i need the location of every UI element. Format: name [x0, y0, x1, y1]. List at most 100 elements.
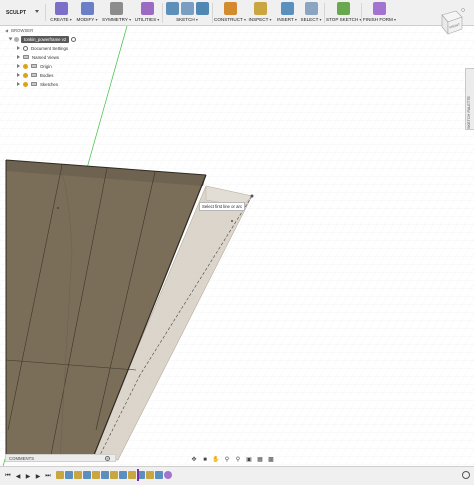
toolbar-stop-sketch-label: STOP SKETCH [326, 17, 360, 22]
workspace-switcher[interactable]: SCULPT [2, 4, 46, 21]
expand-arrow-icon[interactable] [17, 64, 20, 68]
collapse-icon[interactable]: ◀ [5, 28, 8, 33]
timeline-feature[interactable] [56, 471, 64, 479]
folder-icon [31, 81, 37, 87]
gear-icon [23, 45, 28, 51]
sketch-palette-label: SKETCH PALETTE [467, 95, 471, 129]
expand-arrow-icon[interactable] [17, 55, 20, 59]
browser-item-document-settings[interactable]: Document Settings [17, 44, 68, 52]
folder-icon [23, 54, 29, 60]
fit-icon[interactable]: ⚲ [234, 456, 242, 464]
sketch-point-mid[interactable] [231, 220, 233, 222]
go-to-end-icon[interactable]: ⏭ [44, 472, 52, 480]
expand-arrow-icon[interactable] [17, 73, 20, 77]
timeline-feature[interactable] [65, 471, 73, 479]
browser-item-label: Bodies [40, 72, 54, 78]
stop-sketch-icon [336, 2, 350, 15]
toolbar-select[interactable]: SELECT [300, 1, 322, 25]
go-to-start-icon[interactable]: ⏮ [4, 472, 12, 480]
grid-settings-icon[interactable]: ▦ [256, 456, 264, 464]
home-view-icon[interactable] [461, 8, 465, 12]
finish-form-icon [372, 2, 386, 15]
toolbar-separator [212, 3, 213, 23]
comments-bar[interactable]: COMMENTS + [5, 454, 116, 462]
display-settings-icon[interactable]: ▣ [245, 456, 253, 464]
inspect-measure-icon [253, 2, 267, 15]
toolbar-insert[interactable]: INSERT [276, 1, 298, 25]
browser-item-sketches[interactable]: Sketches [17, 80, 58, 88]
timeline-playback: ⏮ ◀ ▶ ▶ ⏭ [4, 471, 52, 481]
browser-item-label: Origin [40, 63, 52, 69]
toolbar-separator [324, 3, 325, 23]
record-icon[interactable] [71, 36, 77, 42]
browser-document-row[interactable]: tonkin_powerframe v2 [8, 35, 77, 43]
timeline-feature[interactable] [74, 471, 82, 479]
timeline-features [56, 470, 172, 480]
timeline-feature[interactable] [119, 471, 127, 479]
viewports-icon[interactable]: ▩ [267, 456, 275, 464]
expand-arrow-icon[interactable] [17, 82, 20, 86]
insert-image-icon [280, 2, 294, 15]
chevron-down-icon [35, 10, 39, 13]
timeline: ⏮ ◀ ▶ ▶ ⏭ [0, 466, 474, 485]
toolbar-finish-form-label: FINISH FORM [363, 17, 395, 22]
add-comment-icon[interactable]: + [105, 455, 110, 461]
timeline-feature-form[interactable] [164, 471, 172, 479]
toolbar-utilities[interactable]: UTILITIES [134, 1, 160, 25]
expand-arrow-icon[interactable] [8, 37, 13, 41]
visibility-bulb-icon[interactable] [23, 63, 28, 69]
browser-item-named-views[interactable]: Named Views [17, 53, 59, 61]
toolbar-symmetry[interactable]: SYMMETRY [102, 1, 130, 25]
zoom-icon[interactable]: ⚲ [223, 456, 231, 464]
sketch-rect-icon [195, 2, 209, 15]
select-arrow-icon [304, 2, 318, 15]
cursor-tooltip: Select first line or arc [199, 202, 246, 211]
toolbar-modify[interactable]: MODIFY [76, 1, 98, 25]
timeline-feature[interactable] [155, 471, 163, 479]
timeline-settings-icon[interactable] [462, 471, 470, 479]
step-forward-icon[interactable]: ▶ [34, 472, 42, 480]
sketch-line-icon [165, 2, 179, 15]
toolbar-create[interactable]: CREATE [50, 1, 72, 25]
browser-item-bodies[interactable]: Bodies [17, 71, 53, 79]
orbit-icon[interactable]: ✥ [190, 456, 198, 464]
browser-header[interactable]: ◀ BROWSER [3, 27, 98, 34]
browser-item-origin[interactable]: Origin [17, 62, 52, 70]
vertex-point [57, 207, 59, 209]
toolbar: SCULPT CREATE MODIFY SYMMETRY UTILITIES … [0, 0, 474, 26]
toolbar-inspect[interactable]: INSPECT [248, 1, 272, 25]
timeline-feature[interactable] [101, 471, 109, 479]
visibility-bulb-icon[interactable] [23, 81, 28, 87]
toolbar-finish-form[interactable]: FINISH FORM [363, 1, 395, 25]
toolbar-construct-label: CONSTRUCT [214, 17, 246, 22]
timeline-feature[interactable] [128, 471, 136, 479]
look-at-icon[interactable]: ■ [201, 456, 209, 464]
symmetry-icon [109, 2, 123, 15]
timeline-feature[interactable] [146, 471, 154, 479]
timeline-feature[interactable] [110, 471, 118, 479]
visibility-bulb-icon[interactable] [23, 72, 28, 78]
toolbar-sketch[interactable]: SKETCH [164, 1, 210, 25]
play-icon[interactable]: ▶ [24, 472, 32, 480]
toolbar-construct[interactable]: CONSTRUCT [214, 1, 246, 25]
viewcube[interactable]: FRONT [436, 7, 466, 37]
toolbar-symmetry-label: SYMMETRY [102, 17, 130, 22]
timeline-marker[interactable] [137, 469, 139, 481]
visibility-bulb-icon[interactable] [14, 36, 19, 42]
toolbar-stop-sketch[interactable]: STOP SKETCH [326, 1, 360, 25]
toolbar-inspect-label: INSPECT [248, 17, 272, 22]
navigation-bar: ✥ ■ ✋ ⚲ ⚲ ▣ ▦ ▩ [187, 455, 283, 464]
pan-icon[interactable]: ✋ [212, 456, 220, 464]
timeline-feature[interactable] [92, 471, 100, 479]
toolbar-sketch-label: SKETCH [164, 17, 210, 22]
sketch-point[interactable] [250, 194, 254, 198]
expand-arrow-icon[interactable] [17, 46, 20, 50]
comments-label: COMMENTS [9, 455, 35, 461]
sketch-palette-tab[interactable]: SKETCH PALETTE [465, 68, 474, 130]
toolbar-select-label: SELECT [300, 17, 322, 22]
folder-icon [31, 72, 37, 78]
step-back-icon[interactable]: ◀ [14, 472, 22, 480]
browser-title: BROWSER [11, 28, 34, 33]
timeline-feature[interactable] [83, 471, 91, 479]
toolbar-utilities-label: UTILITIES [134, 17, 160, 22]
